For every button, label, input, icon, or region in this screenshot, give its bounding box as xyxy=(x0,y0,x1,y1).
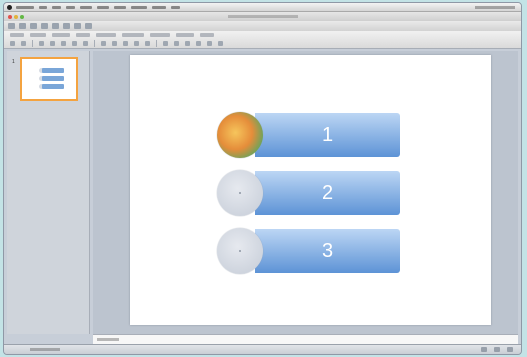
shape-icon[interactable] xyxy=(163,41,168,46)
normal-view-icon[interactable] xyxy=(481,347,487,352)
thumb-bar xyxy=(42,68,64,73)
ribbon-divider xyxy=(32,40,33,47)
undo-icon[interactable] xyxy=(52,23,59,29)
status-bar xyxy=(4,344,521,354)
menu-clock xyxy=(475,6,515,9)
list-item-bar[interactable]: 2 xyxy=(255,171,400,215)
picture-placeholder[interactable] xyxy=(217,170,263,216)
view-buttons xyxy=(474,347,513,352)
list-item-bar[interactable]: 1 xyxy=(255,113,400,157)
tab-review[interactable] xyxy=(200,33,214,37)
tab-smartart[interactable] xyxy=(96,33,116,37)
menu-item-window[interactable] xyxy=(152,5,166,9)
ribbon-tabs xyxy=(10,33,220,37)
new-slide-icon[interactable] xyxy=(10,41,15,46)
new-icon[interactable] xyxy=(8,23,15,29)
open-icon[interactable] xyxy=(19,23,26,29)
menu-item-format[interactable] xyxy=(97,5,109,9)
status-text xyxy=(30,348,60,351)
slide-thumbnails-pane: 1 xyxy=(7,51,90,334)
menu-item-insert[interactable] xyxy=(80,5,92,9)
layout-icon[interactable] xyxy=(21,41,26,46)
menu-item-app[interactable] xyxy=(16,5,34,9)
insert-picture-icon xyxy=(239,192,241,194)
picture-placeholder[interactable] xyxy=(217,228,263,274)
sorter-view-icon[interactable] xyxy=(494,347,500,352)
title-bar xyxy=(4,12,521,21)
redo-icon[interactable] xyxy=(63,23,70,29)
notes-placeholder xyxy=(97,338,119,341)
menu-item-file[interactable] xyxy=(39,5,47,9)
arrange-icon[interactable] xyxy=(196,41,201,46)
slide-thumbnail[interactable] xyxy=(20,57,78,101)
font-icon[interactable] xyxy=(39,41,44,46)
window-title xyxy=(227,15,298,18)
app-window: 1 1 2 3 xyxy=(3,2,522,355)
underline-icon[interactable] xyxy=(83,41,88,46)
text-box-icon[interactable] xyxy=(185,41,190,46)
ribbon-controls xyxy=(10,40,515,47)
menu-bar xyxy=(4,3,521,12)
picture-icon[interactable] xyxy=(174,41,179,46)
tab-animations[interactable] xyxy=(150,33,170,37)
print-icon[interactable] xyxy=(41,23,48,29)
play-icon[interactable] xyxy=(218,41,223,46)
menu-item-slideshow[interactable] xyxy=(131,5,147,9)
media-icon[interactable] xyxy=(74,23,81,29)
list-item-number: 1 xyxy=(321,123,334,146)
align-right-icon[interactable] xyxy=(123,41,128,46)
standard-toolbar xyxy=(4,21,521,31)
tab-charts[interactable] xyxy=(76,33,90,37)
slide-thumbnail-number: 1 xyxy=(12,59,15,65)
font-size-icon[interactable] xyxy=(50,41,55,46)
zoom-select-icon[interactable] xyxy=(85,23,92,29)
slide-canvas: 1 2 3 xyxy=(93,51,518,334)
tab-tables[interactable] xyxy=(52,33,70,37)
tab-themes[interactable] xyxy=(30,33,46,37)
insert-picture-icon xyxy=(239,250,241,252)
picture-placeholder-photo[interactable] xyxy=(217,112,263,158)
italic-icon[interactable] xyxy=(72,41,77,46)
tab-transitions[interactable] xyxy=(122,33,144,37)
ribbon xyxy=(4,31,521,49)
bold-icon[interactable] xyxy=(61,41,66,46)
bullets-icon[interactable] xyxy=(134,41,139,46)
numbering-icon[interactable] xyxy=(145,41,150,46)
slide[interactable]: 1 2 3 xyxy=(130,55,491,325)
save-icon[interactable] xyxy=(30,23,37,29)
close-icon[interactable] xyxy=(8,14,12,19)
list-item-number: 2 xyxy=(321,181,334,204)
menu-item-help[interactable] xyxy=(171,5,180,9)
zoom-icon[interactable] xyxy=(20,14,24,19)
apple-icon[interactable] xyxy=(7,4,12,10)
list-item-bar[interactable]: 3 xyxy=(255,229,400,273)
minimize-icon[interactable] xyxy=(14,14,18,19)
menu-item-edit[interactable] xyxy=(52,5,61,9)
tab-slideshow[interactable] xyxy=(176,33,194,37)
ribbon-divider xyxy=(94,40,95,47)
menu-item-view[interactable] xyxy=(66,5,75,9)
thumb-bar xyxy=(42,76,64,81)
thumb-bar xyxy=(42,84,64,89)
tab-home[interactable] xyxy=(10,33,24,37)
list-item-number: 3 xyxy=(321,239,334,262)
ribbon-divider xyxy=(156,40,157,47)
slideshow-view-icon[interactable] xyxy=(507,347,513,352)
align-center-icon[interactable] xyxy=(112,41,117,46)
align-left-icon[interactable] xyxy=(101,41,106,46)
quick-styles-icon[interactable] xyxy=(207,41,212,46)
menu-item-tools[interactable] xyxy=(114,5,126,9)
